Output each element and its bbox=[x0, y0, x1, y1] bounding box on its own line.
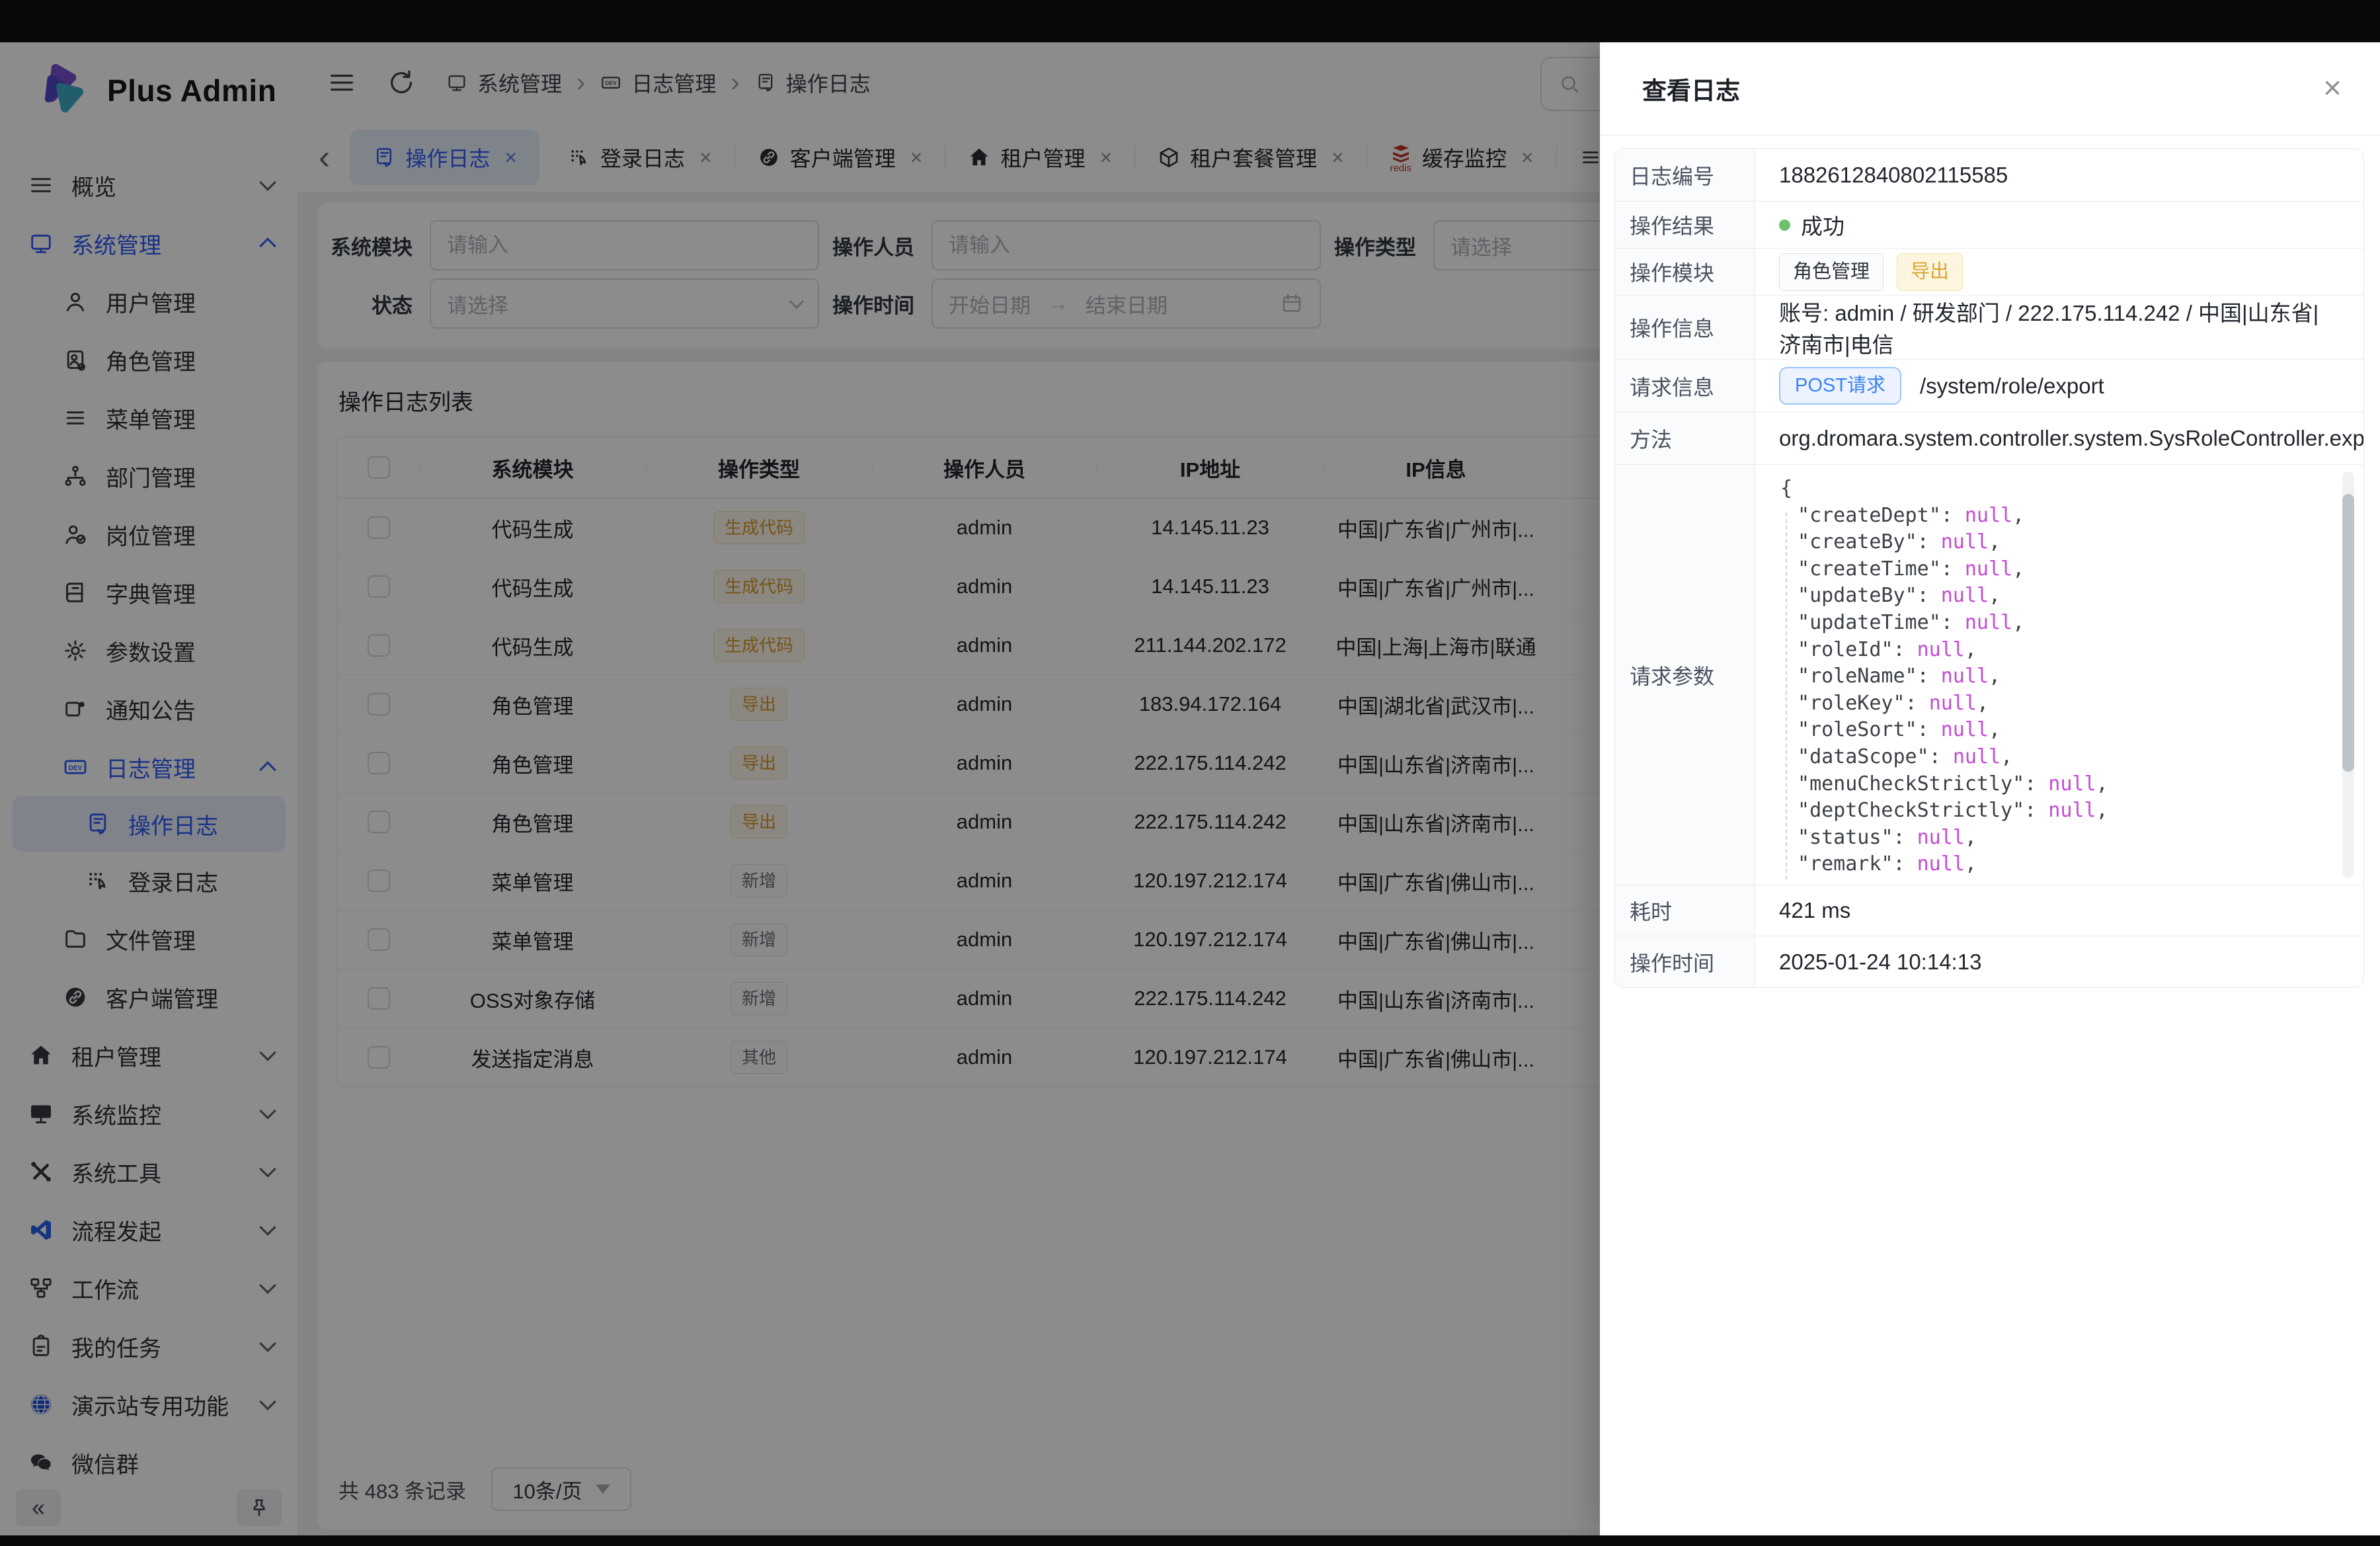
screen: Plus Admin 概览 系统管理 用户管理 bbox=[0, 0, 2380, 1546]
json-line: dataScopenull bbox=[1780, 744, 2317, 771]
drawer-title: 查看日志 bbox=[1642, 71, 1740, 106]
module-tag: 角色管理 bbox=[1779, 253, 1884, 291]
json-line: roleIdnull bbox=[1780, 637, 2317, 664]
detail-row-log-id: 日志编号 1882612840802115585 bbox=[1615, 149, 2363, 201]
log-id-value: 1882612840802115585 bbox=[1755, 149, 2363, 201]
detail-row-result: 操作结果 成功 bbox=[1615, 201, 2363, 248]
top-frame-bar bbox=[0, 0, 2380, 42]
detail-row-params: 请求参数 { createDeptnullcreateBynullcreateT… bbox=[1615, 464, 2363, 885]
modal-overlay[interactable] bbox=[0, 42, 1600, 1535]
request-url: /system/role/export bbox=[1920, 374, 2104, 399]
json-line: remarknull bbox=[1780, 851, 2317, 878]
method-value: org.dromara.system.controller.system.Sys… bbox=[1755, 413, 2363, 464]
success-dot bbox=[1779, 220, 1790, 231]
request-params-json: { createDeptnullcreateBynullcreateTimenu… bbox=[1755, 465, 2363, 885]
json-line: roleSortnull bbox=[1780, 717, 2317, 744]
operation-info-value: 账号: admin / 研发部门 / 222.175.114.242 / 中国|… bbox=[1755, 296, 2363, 359]
detail-row-module: 操作模块 角色管理 导出 bbox=[1615, 248, 2363, 295]
json-line: roleNamenull bbox=[1780, 663, 2317, 690]
drawer-header: 查看日志 × bbox=[1600, 42, 2380, 136]
bottom-frame-bar bbox=[0, 1535, 2380, 1546]
indent-guide bbox=[1786, 512, 1787, 879]
json-line: roleKeynull bbox=[1780, 690, 2317, 717]
http-method-tag: POST请求 bbox=[1779, 367, 1901, 405]
json-line: createDeptnull bbox=[1780, 503, 2317, 530]
json-line: createBynull bbox=[1780, 529, 2317, 556]
op-time-value: 2025-01-24 10:14:13 bbox=[1755, 936, 2363, 987]
json-line: updateTimenull bbox=[1780, 610, 2317, 637]
json-open-brace: { bbox=[1780, 475, 2317, 503]
detail-row-duration: 耗时 421 ms bbox=[1615, 885, 2363, 936]
json-line: menuCheckStrictlynull bbox=[1780, 771, 2317, 798]
log-detail-table: 日志编号 1882612840802115585 操作结果 成功 操作模块 角色… bbox=[1614, 148, 2364, 988]
close-icon[interactable]: × bbox=[2323, 73, 2342, 104]
duration-value: 421 ms bbox=[1755, 885, 2363, 936]
detail-row-request: 请求信息 POST请求 /system/role/export bbox=[1615, 359, 2363, 412]
json-line: deptCheckStrictlynull bbox=[1780, 797, 2317, 825]
detail-row-method: 方法 org.dromara.system.controller.system.… bbox=[1615, 412, 2363, 464]
log-detail-drawer: 查看日志 × 日志编号 1882612840802115585 操作结果 成功 … bbox=[1600, 42, 2380, 1535]
op-type-tag: 导出 bbox=[1897, 253, 1963, 291]
json-line: createTimenull bbox=[1780, 556, 2317, 583]
result-value: 成功 bbox=[1801, 209, 1844, 241]
scrollbar-thumb[interactable] bbox=[2342, 494, 2354, 772]
detail-row-op-time: 操作时间 2025-01-24 10:14:13 bbox=[1615, 936, 2363, 987]
json-line: updateBynull bbox=[1780, 583, 2317, 610]
json-line: statusnull bbox=[1780, 825, 2317, 852]
detail-row-info: 操作信息 账号: admin / 研发部门 / 222.175.114.242 … bbox=[1615, 295, 2363, 359]
